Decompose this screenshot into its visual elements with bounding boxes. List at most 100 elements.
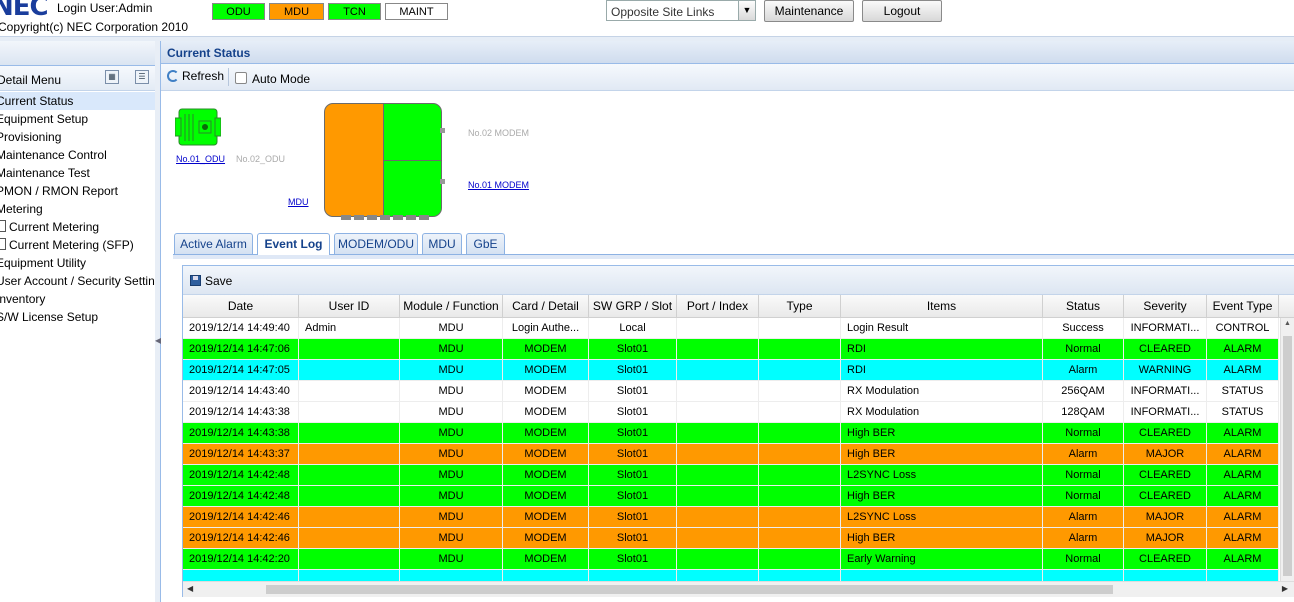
status-odu[interactable]: ODU: [212, 3, 265, 20]
site-select-value: Opposite Site Links: [611, 5, 715, 19]
odu-01-link[interactable]: No.01_ODU: [176, 154, 225, 164]
vertical-scrollbar[interactable]: ▲: [1280, 318, 1294, 581]
column-header[interactable]: User ID: [299, 295, 400, 317]
table-cell: L2SYNC Loss: [841, 465, 1043, 485]
sidebar-item[interactable]: Current Metering: [0, 218, 99, 236]
table-cell: [1207, 570, 1279, 581]
refresh-button[interactable]: Refresh: [167, 69, 224, 83]
table-row[interactable]: [183, 570, 1279, 581]
table-cell: High BER: [841, 486, 1043, 506]
column-header[interactable]: Card / Detail: [503, 295, 589, 317]
save-button[interactable]: Save: [190, 274, 232, 288]
mdu-link[interactable]: MDU: [288, 197, 309, 207]
table-cell: Slot01: [589, 423, 677, 443]
table-cell: [1043, 570, 1124, 581]
sidebar-item[interactable]: Maintenance Control: [0, 146, 107, 164]
table-cell: Login Result: [841, 318, 1043, 338]
sidebar-item[interactable]: Current Metering (SFP): [0, 236, 134, 254]
sidebar-item[interactable]: Equipment Utility: [0, 254, 86, 272]
table-cell: MDU: [400, 444, 503, 464]
tab-mdu[interactable]: MDU: [422, 233, 462, 254]
column-header[interactable]: Items: [841, 295, 1043, 317]
modem-01-link[interactable]: No.01 MODEM: [468, 180, 529, 190]
table-cell: ALARM: [1207, 465, 1279, 485]
sidebar-item[interactable]: User Account / Security Setting: [0, 272, 161, 290]
table-row[interactable]: 2019/12/14 14:49:40 Admin MDU Login Authe..…: [183, 318, 1279, 339]
table-row[interactable]: 2019/12/14 14:43:38 MDU MODEM Slot01 High BE…: [183, 423, 1279, 444]
tab-event-log[interactable]: Event Log: [257, 233, 330, 255]
odu-01-device[interactable]: [174, 106, 222, 149]
modem-01-slot[interactable]: [384, 161, 441, 216]
table-row[interactable]: 2019/12/14 14:47:06 MDU MODEM Slot01 RDI Norm…: [183, 339, 1279, 360]
table-row[interactable]: 2019/12/14 14:42:48 MDU MODEM Slot01 L2SYNC …: [183, 465, 1279, 486]
status-mdu[interactable]: MDU: [269, 3, 324, 20]
sidebar-item[interactable]: Equipment Setup: [0, 110, 88, 128]
table-cell: [677, 507, 759, 527]
logout-button[interactable]: Logout: [862, 0, 942, 22]
table-cell: 2019/12/14 14:42:48: [183, 486, 299, 506]
table-row[interactable]: 2019/12/14 14:42:20 MDU MODEM Slot01 Early W…: [183, 549, 1279, 570]
table-cell: Slot01: [589, 402, 677, 422]
chevron-down-icon[interactable]: ▼: [738, 1, 755, 20]
table-row[interactable]: 2019/12/14 14:42:46 MDU MODEM Slot01 High BE…: [183, 528, 1279, 549]
table-cell: ALARM: [1207, 486, 1279, 506]
table-cell: [759, 549, 841, 569]
sidebar-item[interactable]: Maintenance Test: [0, 164, 90, 182]
sidebar-item[interactable]: Current Status: [0, 92, 155, 110]
sidebar-item[interactable]: PMON / RMON Report: [0, 182, 118, 200]
table-cell: ALARM: [1207, 528, 1279, 548]
scroll-right-icon[interactable]: ▶: [1282, 584, 1288, 593]
table-cell: RDI: [841, 360, 1043, 380]
sidebar-item[interactable]: S/W License Setup: [0, 308, 98, 326]
tab-active-alarm[interactable]: Active Alarm: [174, 233, 253, 254]
column-header[interactable]: Module / Function: [400, 295, 503, 317]
column-header[interactable]: Severity: [1124, 295, 1207, 317]
scroll-up-icon[interactable]: ▲: [1284, 320, 1291, 327]
table-cell: [759, 465, 841, 485]
table-row[interactable]: 2019/12/14 14:42:46 MDU MODEM Slot01 L2SYNC …: [183, 507, 1279, 528]
table-row[interactable]: 2019/12/14 14:43:40 MDU MODEM Slot01 RX Modu…: [183, 381, 1279, 402]
table-cell: 2019/12/14 14:42:20: [183, 549, 299, 569]
table-cell: [759, 339, 841, 359]
table-cell: [677, 528, 759, 548]
table-cell: [299, 570, 400, 581]
column-header[interactable]: Event Type: [1207, 295, 1279, 317]
collapse-all-icon[interactable]: ☰: [135, 70, 149, 84]
sidebar-item[interactable]: Inventory: [0, 290, 45, 308]
modem-02-slot[interactable]: [384, 104, 441, 161]
table-row[interactable]: 2019/12/14 14:43:37 MDU MODEM Slot01 High BE…: [183, 444, 1279, 465]
table-row[interactable]: 2019/12/14 14:42:48 MDU MODEM Slot01 High BE…: [183, 486, 1279, 507]
sidebar-item[interactable]: Provisioning: [0, 128, 61, 146]
column-header[interactable]: SW GRP / Slot: [589, 295, 677, 317]
scroll-left-icon[interactable]: ◀: [187, 584, 193, 593]
mdu-main-card[interactable]: [325, 104, 384, 216]
auto-mode-checkbox[interactable]: [235, 72, 247, 84]
column-header[interactable]: Port / Index: [677, 295, 759, 317]
vertical-scroll-thumb[interactable]: [1283, 336, 1292, 576]
horizontal-scroll-thumb[interactable]: [266, 585, 1113, 594]
table-cell: MDU: [400, 318, 503, 338]
tab-modem-odu[interactable]: MODEM/ODU: [334, 233, 418, 254]
menu-header: Detail Menu ▦ ☰: [0, 66, 155, 91]
table-cell: MODEM: [503, 465, 589, 485]
mdu-device[interactable]: [324, 103, 442, 217]
tab-gbe[interactable]: GbE: [466, 233, 505, 254]
table-row[interactable]: 2019/12/14 14:47:05 MDU MODEM Slot01 RDI Alar…: [183, 360, 1279, 381]
maintenance-button[interactable]: Maintenance: [764, 0, 854, 22]
sidebar-item[interactable]: Metering: [0, 200, 43, 218]
column-header[interactable]: Date: [183, 295, 299, 317]
bottom-ports: [341, 215, 429, 220]
opposite-site-select[interactable]: Opposite Site Links ▼: [606, 0, 756, 21]
column-header[interactable]: Type: [759, 295, 841, 317]
status-tcn[interactable]: TCN: [328, 3, 381, 20]
status-maint[interactable]: MAINT: [385, 3, 448, 20]
modem-02-label: No.02 MODEM: [468, 128, 530, 138]
sidebar-item-label: Current Metering: [9, 220, 100, 234]
table-cell: [183, 570, 299, 581]
column-header[interactable]: Status: [1043, 295, 1124, 317]
table-cell: [677, 339, 759, 359]
expand-all-icon[interactable]: ▦: [105, 70, 119, 84]
horizontal-scrollbar[interactable]: ◀ ▶: [183, 581, 1294, 597]
table-row[interactable]: 2019/12/14 14:43:38 MDU MODEM Slot01 RX Modu…: [183, 402, 1279, 423]
sidebar-top-bar: [0, 41, 155, 66]
